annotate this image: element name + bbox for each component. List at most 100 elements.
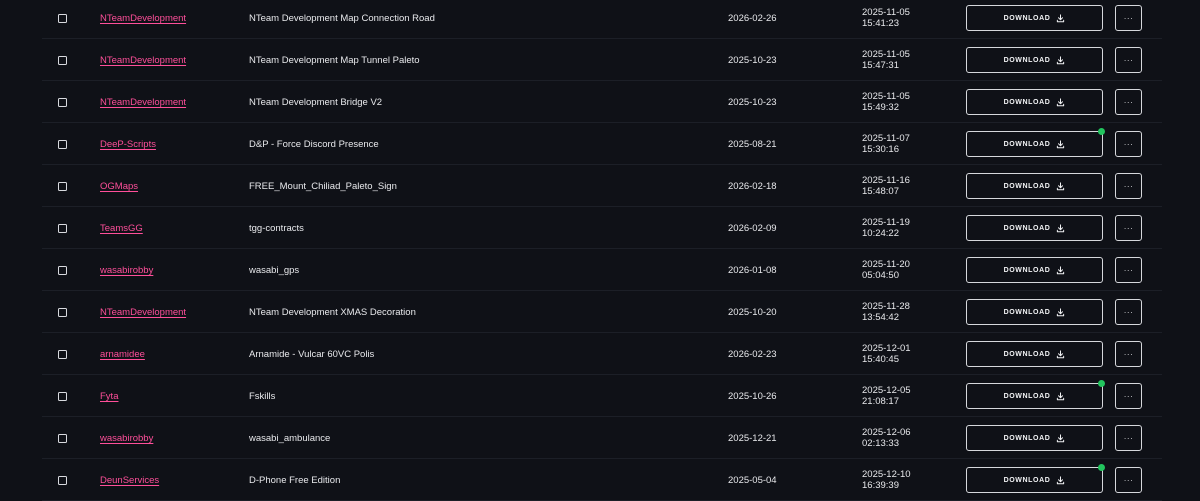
author-link[interactable]: TeamsGG	[100, 223, 143, 234]
updated-timestamp: 2025-12-05 21:08:17	[862, 375, 911, 417]
download-button[interactable]: DOWNLOAD	[966, 173, 1103, 199]
author-link[interactable]: wasabirobby	[100, 433, 153, 444]
author-link[interactable]: arnamidee	[100, 349, 145, 360]
row-checkbox[interactable]	[58, 475, 67, 485]
download-button[interactable]: DOWNLOAD	[966, 341, 1103, 367]
download-button[interactable]: DOWNLOAD	[966, 380, 1105, 409]
table-row: wasabirobby wasabi_gps 2026-01-08 2025-1…	[42, 249, 1162, 291]
author-link[interactable]: NTeamDevelopment	[100, 55, 186, 66]
updated-time: 13:54:42	[862, 312, 899, 323]
updated-date: 2025-11-05	[862, 91, 910, 102]
author-cell: arnamidee	[100, 333, 145, 375]
updated-timestamp: 2025-11-05 15:41:23	[862, 0, 910, 39]
table-row: TeamsGG tgg-contracts 2026-02-09 2025-11…	[42, 207, 1162, 249]
author-link[interactable]: OGMaps	[100, 181, 138, 192]
row-checkbox[interactable]	[58, 181, 67, 191]
more-cell: ···	[1115, 207, 1142, 249]
more-cell: ···	[1115, 375, 1142, 417]
more-options-button[interactable]: ···	[1115, 467, 1142, 493]
row-checkbox[interactable]	[58, 13, 67, 23]
more-cell: ···	[1115, 81, 1142, 123]
download-button[interactable]: DOWNLOAD	[966, 47, 1103, 73]
table-row: NTeamDevelopment NTeam Development Map T…	[42, 39, 1162, 81]
download-label: DOWNLOAD	[1003, 56, 1051, 64]
author-link[interactable]: NTeamDevelopment	[100, 307, 186, 318]
download-icon	[1057, 349, 1065, 358]
updated-timestamp: 2025-11-05 15:49:32	[862, 81, 910, 123]
resource-name: wasabi_gps	[249, 264, 300, 276]
author-link[interactable]: DeeP-Scripts	[100, 139, 156, 150]
more-options-button[interactable]: ···	[1115, 341, 1142, 367]
updated-date: 2025-11-20	[862, 259, 910, 270]
updated-timestamp: 2025-11-05 15:47:31	[862, 39, 910, 81]
download-cell: DOWNLOAD	[966, 39, 1103, 81]
table-row: DeunServices D-Phone Free Edition 2025-0…	[42, 459, 1162, 501]
updated-timestamp: 2025-11-28 13:54:42	[862, 291, 910, 333]
more-options-button[interactable]: ···	[1115, 299, 1142, 325]
select-cell	[58, 459, 70, 501]
row-checkbox[interactable]	[58, 139, 67, 149]
download-icon	[1057, 181, 1065, 190]
updated-date: 2025-11-05	[862, 49, 910, 60]
author-link[interactable]: NTeamDevelopment	[100, 13, 186, 24]
resources-table: NTeamDevelopment NTeam Development Map C…	[42, 0, 1162, 501]
download-button[interactable]: DOWNLOAD	[966, 257, 1103, 283]
more-options-button[interactable]: ···	[1115, 215, 1142, 241]
more-options-button[interactable]: ···	[1115, 89, 1142, 115]
download-button[interactable]: DOWNLOAD	[966, 89, 1103, 115]
table-row: OGMaps FREE_Mount_Chiliad_Paleto_Sign 20…	[42, 165, 1162, 207]
updated-time: 21:08:17	[862, 396, 899, 407]
download-label: DOWNLOAD	[1003, 182, 1051, 190]
row-checkbox[interactable]	[58, 223, 67, 233]
updated-timestamp: 2025-12-10 16:39:39	[862, 459, 911, 501]
row-checkbox[interactable]	[58, 433, 67, 443]
select-cell	[58, 0, 70, 39]
author-link[interactable]: NTeamDevelopment	[100, 97, 186, 108]
status-dot-icon	[1098, 128, 1105, 135]
download-button[interactable]: DOWNLOAD	[966, 299, 1103, 325]
more-cell: ···	[1115, 0, 1142, 39]
table-row: NTeamDevelopment NTeam Development Map C…	[42, 0, 1162, 39]
download-cell: DOWNLOAD	[966, 417, 1103, 459]
more-options-button[interactable]: ···	[1115, 173, 1142, 199]
author-cell: wasabirobby	[100, 417, 153, 459]
download-cell: DOWNLOAD	[966, 165, 1103, 207]
select-cell	[58, 165, 70, 207]
author-link[interactable]: DeunServices	[100, 475, 159, 486]
author-link[interactable]: wasabirobby	[100, 265, 153, 276]
table-row: Fyta Fskills 2025-10-26 2025-12-05 21:08…	[42, 375, 1162, 417]
select-cell	[58, 81, 70, 123]
resource-date: 2025-10-23	[728, 54, 777, 66]
row-checkbox[interactable]	[58, 55, 67, 65]
more-options-button[interactable]: ···	[1115, 47, 1142, 73]
row-checkbox[interactable]	[58, 307, 67, 317]
download-button[interactable]: DOWNLOAD	[966, 215, 1103, 241]
more-options-button[interactable]: ···	[1115, 383, 1142, 409]
updated-timestamp: 2025-11-20 05:04:50	[862, 249, 910, 291]
download-cell: DOWNLOAD	[966, 207, 1103, 249]
download-label: DOWNLOAD	[1003, 434, 1051, 442]
author-cell: TeamsGG	[100, 207, 143, 249]
more-options-button[interactable]: ···	[1115, 131, 1142, 157]
row-checkbox[interactable]	[58, 349, 67, 359]
updated-time: 15:40:45	[862, 354, 899, 365]
download-button[interactable]: DOWNLOAD	[966, 464, 1105, 493]
download-button[interactable]: DOWNLOAD	[966, 5, 1103, 31]
more-options-button[interactable]: ···	[1115, 257, 1142, 283]
row-checkbox[interactable]	[58, 265, 67, 275]
resource-name: NTeam Development Bridge V2	[249, 96, 383, 108]
row-checkbox[interactable]	[58, 391, 67, 401]
row-checkbox[interactable]	[58, 97, 67, 107]
download-button[interactable]: DOWNLOAD	[966, 128, 1105, 157]
download-icon	[1057, 433, 1065, 442]
resource-name: NTeam Development Map Tunnel Paleto	[249, 54, 420, 66]
author-link[interactable]: Fyta	[100, 391, 118, 402]
author-cell: NTeamDevelopment	[100, 81, 186, 123]
more-options-button[interactable]: ···	[1115, 425, 1142, 451]
updated-time: 15:47:31	[862, 60, 899, 71]
updated-date: 2025-12-10	[862, 469, 911, 480]
more-options-icon: ···	[1123, 391, 1134, 401]
download-button[interactable]: DOWNLOAD	[966, 425, 1103, 451]
more-options-button[interactable]: ···	[1115, 5, 1142, 31]
download-cell: DOWNLOAD	[966, 291, 1103, 333]
